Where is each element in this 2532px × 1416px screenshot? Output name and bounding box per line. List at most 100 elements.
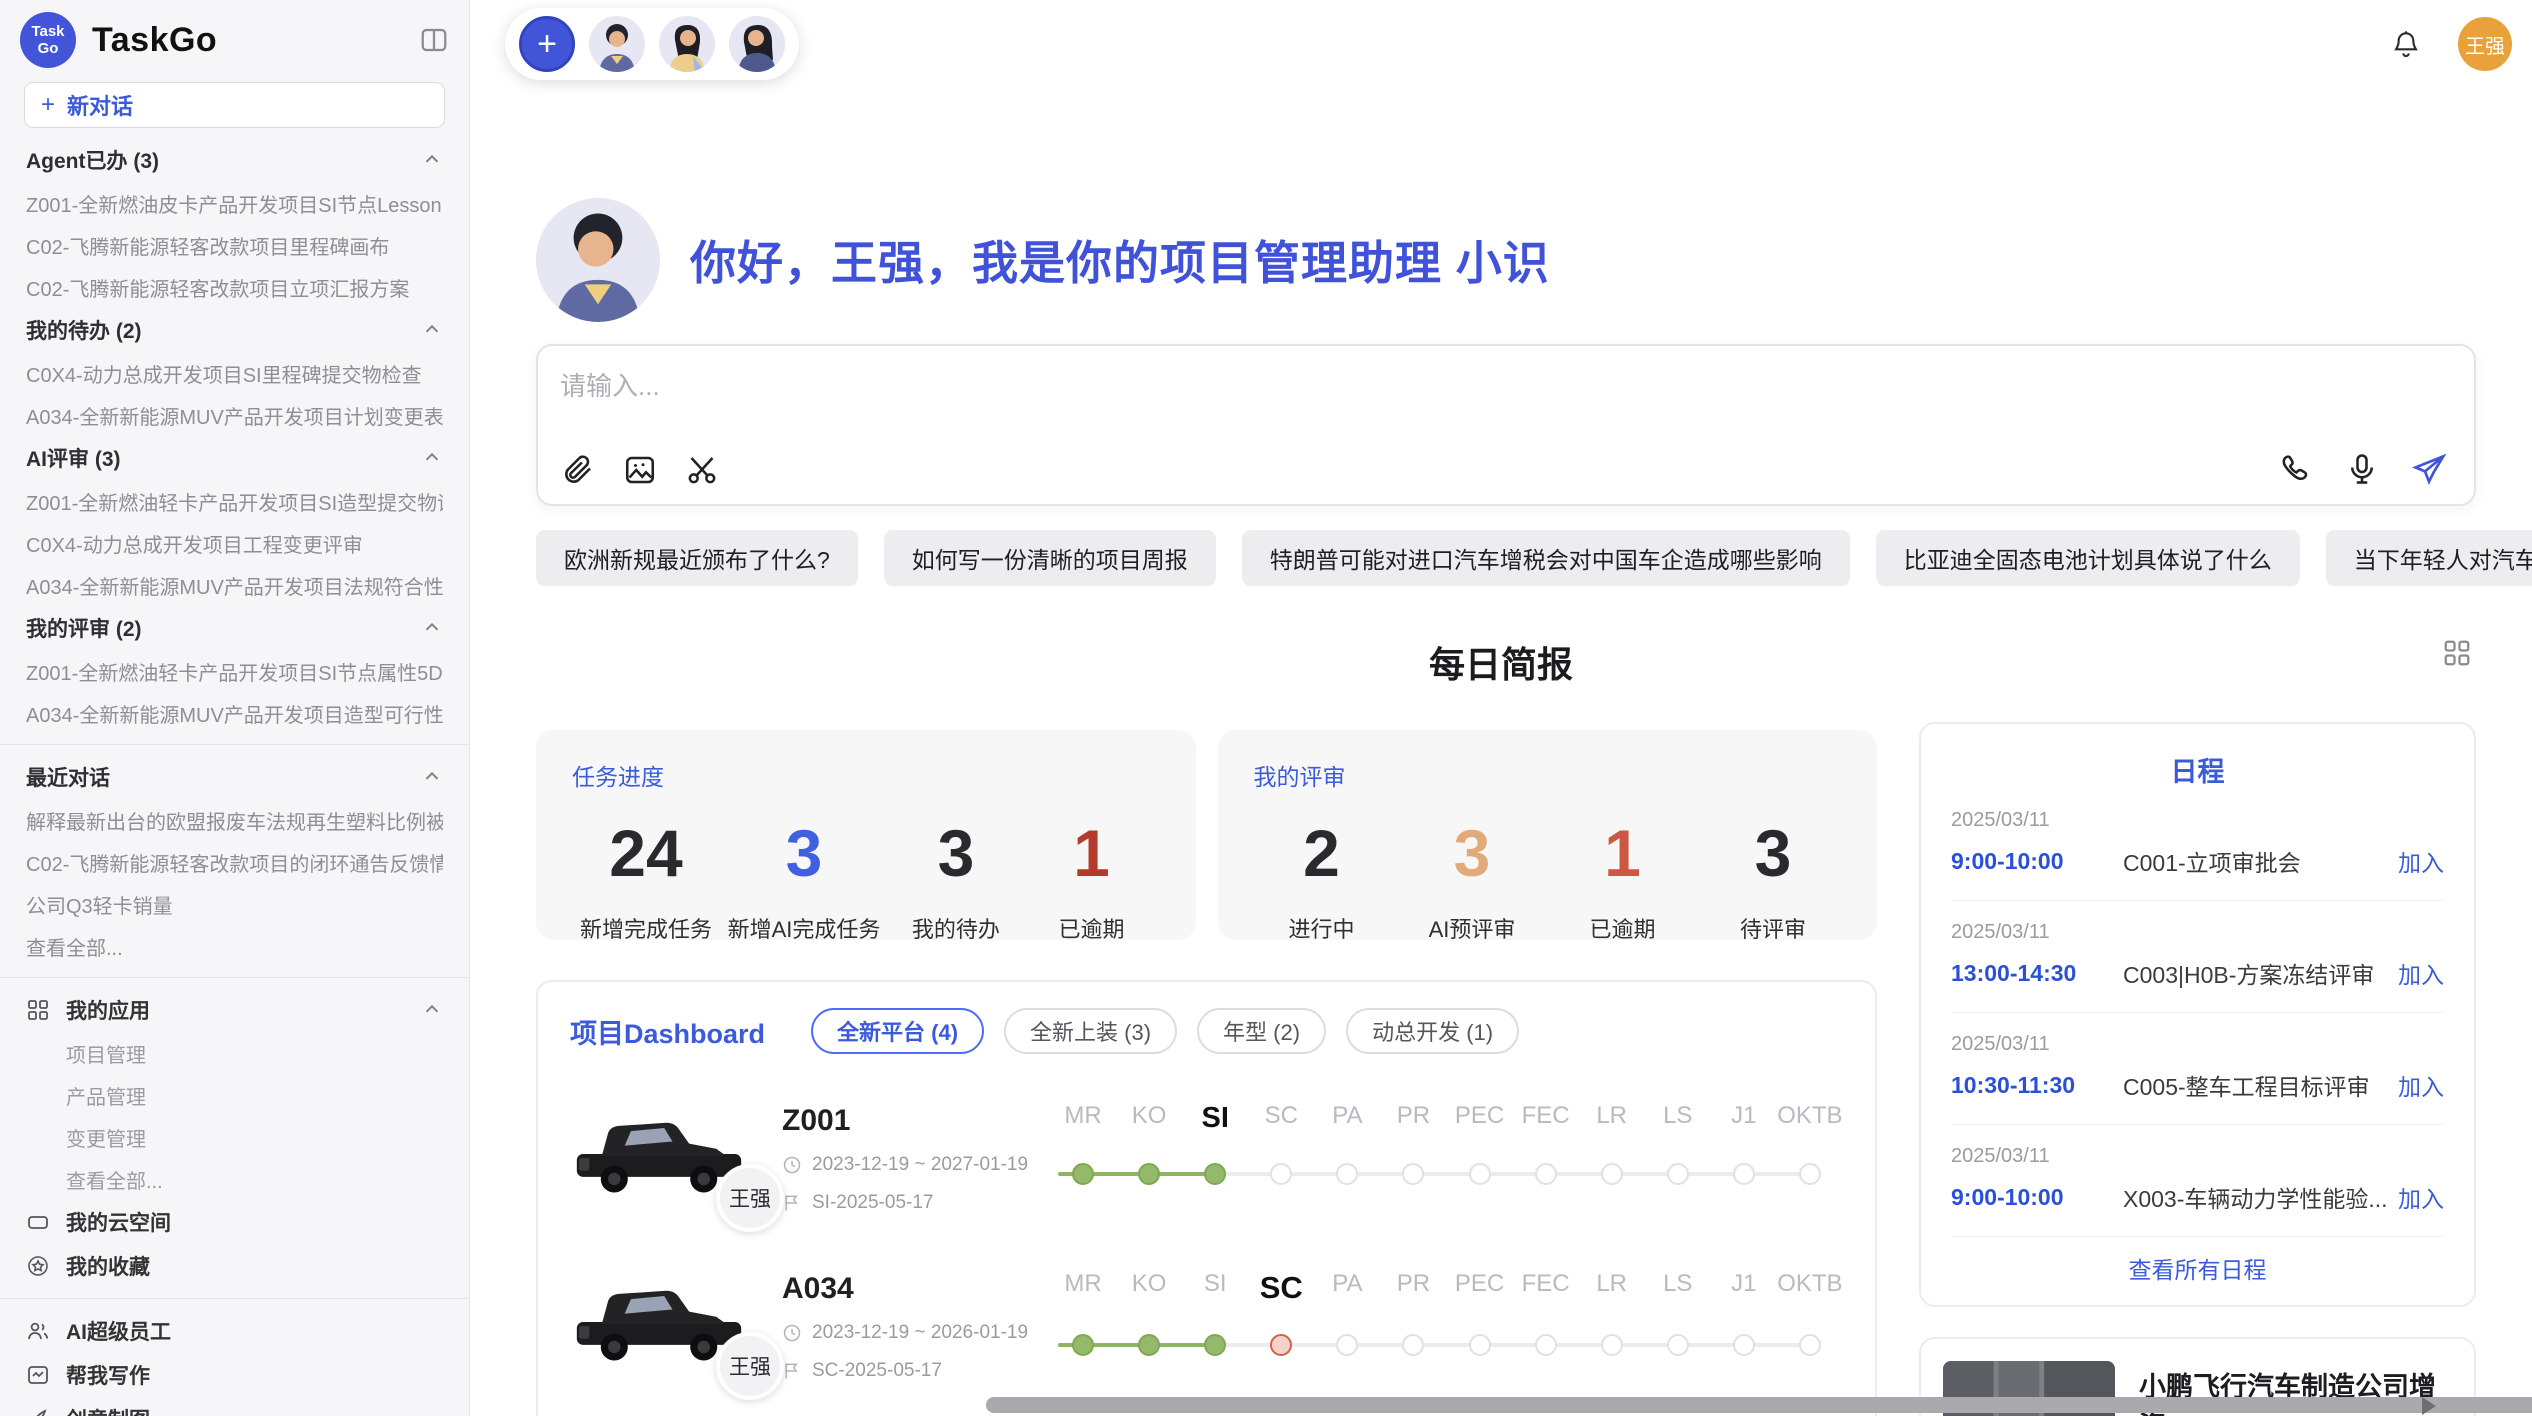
- milestone-dot[interactable]: [1667, 1163, 1689, 1185]
- horizontal-scrollbar[interactable]: [986, 1397, 2532, 1413]
- chevron-up-icon[interactable]: [421, 319, 443, 341]
- microphone-icon[interactable]: [2344, 451, 2380, 487]
- milestone-dot[interactable]: [1535, 1163, 1557, 1185]
- contact-avatar[interactable]: [589, 16, 645, 72]
- user-avatar[interactable]: 王强: [2458, 17, 2512, 71]
- section-my-review[interactable]: 我的评审 (2): [0, 606, 469, 650]
- suggestion-chip[interactable]: 欧洲新规最近颁布了什么?: [536, 530, 858, 586]
- notification-bell-icon[interactable]: [2390, 28, 2422, 60]
- sidebar-item[interactable]: C0X4-动力总成开发项目SI里程碑提交物检查: [0, 352, 469, 394]
- suggestion-chip[interactable]: 比亚迪全固态电池计划具体说了什么: [1876, 530, 2300, 586]
- sidebar-item-my-apps[interactable]: 我的应用: [0, 988, 469, 1032]
- attachment-icon[interactable]: [560, 452, 596, 488]
- suggestion-chip[interactable]: 如何写一份清晰的项目周报: [884, 530, 1216, 586]
- sidebar-item[interactable]: C02-飞腾新能源轻客改款项目里程碑画布: [0, 224, 469, 266]
- chat-input[interactable]: 请输入...: [536, 344, 2476, 506]
- milestone-dot[interactable]: [1601, 1163, 1623, 1185]
- recent-chat-item[interactable]: 解释最新出台的欧盟报废车法规再生塑料比例被调至15%...: [0, 799, 469, 841]
- phone-call-icon[interactable]: [2278, 451, 2314, 487]
- milestone-dot[interactable]: [1799, 1334, 1821, 1356]
- filter-tab[interactable]: 动总开发 (1): [1346, 1008, 1519, 1054]
- join-link[interactable]: 加入: [2398, 1180, 2444, 1214]
- chevron-up-icon[interactable]: [421, 617, 443, 639]
- contact-avatar[interactable]: [729, 16, 785, 72]
- suggestion-chip[interactable]: 特朗普可能对进口汽车增税会对中国车企造成哪些影响: [1242, 530, 1850, 586]
- send-icon[interactable]: [2410, 450, 2448, 488]
- sidebar-item-creative-draw[interactable]: 创意制图: [0, 1397, 469, 1416]
- sidebar-item-favorites[interactable]: 我的收藏: [0, 1244, 469, 1288]
- chevron-up-icon[interactable]: [421, 149, 443, 171]
- milestone-dot[interactable]: [1336, 1163, 1358, 1185]
- app-item-change-mgmt[interactable]: 变更管理: [0, 1116, 469, 1158]
- section-agent-done[interactable]: Agent已办 (3): [0, 138, 469, 182]
- chevron-up-icon[interactable]: [421, 766, 443, 788]
- schedule-title: 日程: [1951, 750, 2444, 789]
- sidebar-item[interactable]: Z001-全新燃油轻卡产品开发项目SI造型提交物评审: [0, 480, 469, 522]
- sidebar-item-ai-staff[interactable]: AI超级员工: [0, 1309, 469, 1353]
- chevron-up-icon[interactable]: [421, 999, 443, 1021]
- section-my-todo[interactable]: 我的待办 (2): [0, 308, 469, 352]
- app-item-product-mgmt[interactable]: 产品管理: [0, 1074, 469, 1116]
- milestone-dot[interactable]: [1799, 1163, 1821, 1185]
- milestone-dot[interactable]: [1072, 1334, 1094, 1356]
- join-link[interactable]: 加入: [2398, 956, 2444, 990]
- filter-tab[interactable]: 全新上装 (3): [1004, 1008, 1177, 1054]
- recent-chats-more[interactable]: 查看全部...: [0, 925, 469, 967]
- schedule-item: 2025/03/11 13:00-14:30 C003|H0B-方案冻结评审 加…: [1951, 901, 2444, 1013]
- join-link[interactable]: 加入: [2398, 844, 2444, 878]
- sidebar-item[interactable]: A034-全新新能源MUV产品开发项目法规符合性评审: [0, 564, 469, 606]
- app-title: TaskGo: [92, 21, 217, 60]
- screenshot-scissors-icon[interactable]: [684, 452, 720, 488]
- milestone-dot[interactable]: [1733, 1334, 1755, 1356]
- layout-grid-icon[interactable]: [2442, 638, 2472, 668]
- project-row[interactable]: 王强 Z001 2023-12-19 ~ 2027-01-19 SI-2025-…: [570, 1102, 1843, 1214]
- milestone-dot[interactable]: [1535, 1334, 1557, 1356]
- view-all-schedule-link[interactable]: 查看所有日程: [1951, 1251, 2444, 1285]
- sidebar-item[interactable]: A034-全新新能源MUV产品开发项目造型可行性评审: [0, 692, 469, 734]
- milestone-dot[interactable]: [1601, 1334, 1623, 1356]
- contact-avatar[interactable]: [659, 16, 715, 72]
- dashboard-filters: 全新平台 (4) 全新上装 (3) 年型 (2) 动总开发 (1): [811, 1008, 1519, 1054]
- join-link[interactable]: 加入: [2398, 1068, 2444, 1102]
- milestone-dot[interactable]: [1270, 1163, 1292, 1185]
- milestone-dot[interactable]: [1469, 1163, 1491, 1185]
- milestone-dot[interactable]: [1402, 1163, 1424, 1185]
- sidebar-item[interactable]: Z001-全新燃油皮卡产品开发项目SI节点Lesson Learn报告: [0, 182, 469, 224]
- sidebar-item-cloud-space[interactable]: 我的云空间: [0, 1200, 469, 1244]
- milestone-dot[interactable]: [1667, 1334, 1689, 1356]
- milestone-dot[interactable]: [1072, 1163, 1094, 1185]
- flag-icon: [782, 1361, 802, 1381]
- filter-tab[interactable]: 全新平台 (4): [811, 1008, 984, 1054]
- sidebar-item[interactable]: C0X4-动力总成开发项目工程变更评审: [0, 522, 469, 564]
- milestone-dot[interactable]: [1204, 1334, 1226, 1356]
- milestone-dot[interactable]: [1138, 1163, 1160, 1185]
- scroll-right-arrow-icon[interactable]: [2422, 1397, 2436, 1415]
- milestone-dot[interactable]: [1204, 1163, 1226, 1185]
- milestone-dot[interactable]: [1138, 1334, 1160, 1356]
- sidebar-item-help-write[interactable]: 帮我写作: [0, 1353, 469, 1397]
- section-ai-review[interactable]: AI评审 (3): [0, 436, 469, 480]
- sidebar-collapse-icon[interactable]: [419, 25, 449, 55]
- section-recent-chats[interactable]: 最近对话: [0, 755, 469, 799]
- chevron-up-icon[interactable]: [421, 447, 443, 469]
- sidebar-item[interactable]: Z001-全新燃油轻卡产品开发项目SI节点属性5D文件评审: [0, 650, 469, 692]
- milestone-dot[interactable]: [1336, 1334, 1358, 1356]
- sidebar-item[interactable]: C02-飞腾新能源轻客改款项目立项汇报方案: [0, 266, 469, 308]
- app-items-more[interactable]: 查看全部...: [0, 1158, 469, 1200]
- new-chat-button[interactable]: + 新对话: [24, 82, 445, 128]
- scrollbar-thumb[interactable]: [986, 1397, 2532, 1413]
- image-upload-icon[interactable]: [622, 452, 658, 488]
- recent-chat-item[interactable]: C02-飞腾新能源轻客改款项目的闭环通告反馈情况: [0, 841, 469, 883]
- add-contact-button[interactable]: +: [519, 16, 575, 72]
- filter-tab[interactable]: 年型 (2): [1197, 1008, 1326, 1054]
- project-row[interactable]: 王强 A034 2023-12-19 ~ 2026-01-19 SC-2025-…: [570, 1270, 1843, 1382]
- milestone-dot[interactable]: [1469, 1334, 1491, 1356]
- people-icon: [26, 1319, 50, 1343]
- app-item-project-mgmt[interactable]: 项目管理: [0, 1032, 469, 1074]
- milestone-dot-overdue[interactable]: [1270, 1334, 1292, 1356]
- sidebar-item[interactable]: A034-全新新能源MUV产品开发项目计划变更表编写: [0, 394, 469, 436]
- milestone-dot[interactable]: [1733, 1163, 1755, 1185]
- suggestion-chip[interactable]: 当下年轻人对汽车外观有怎样的喜好趋势: [2326, 530, 2532, 586]
- milestone-dot[interactable]: [1402, 1334, 1424, 1356]
- recent-chat-item[interactable]: 公司Q3轻卡销量: [0, 883, 469, 925]
